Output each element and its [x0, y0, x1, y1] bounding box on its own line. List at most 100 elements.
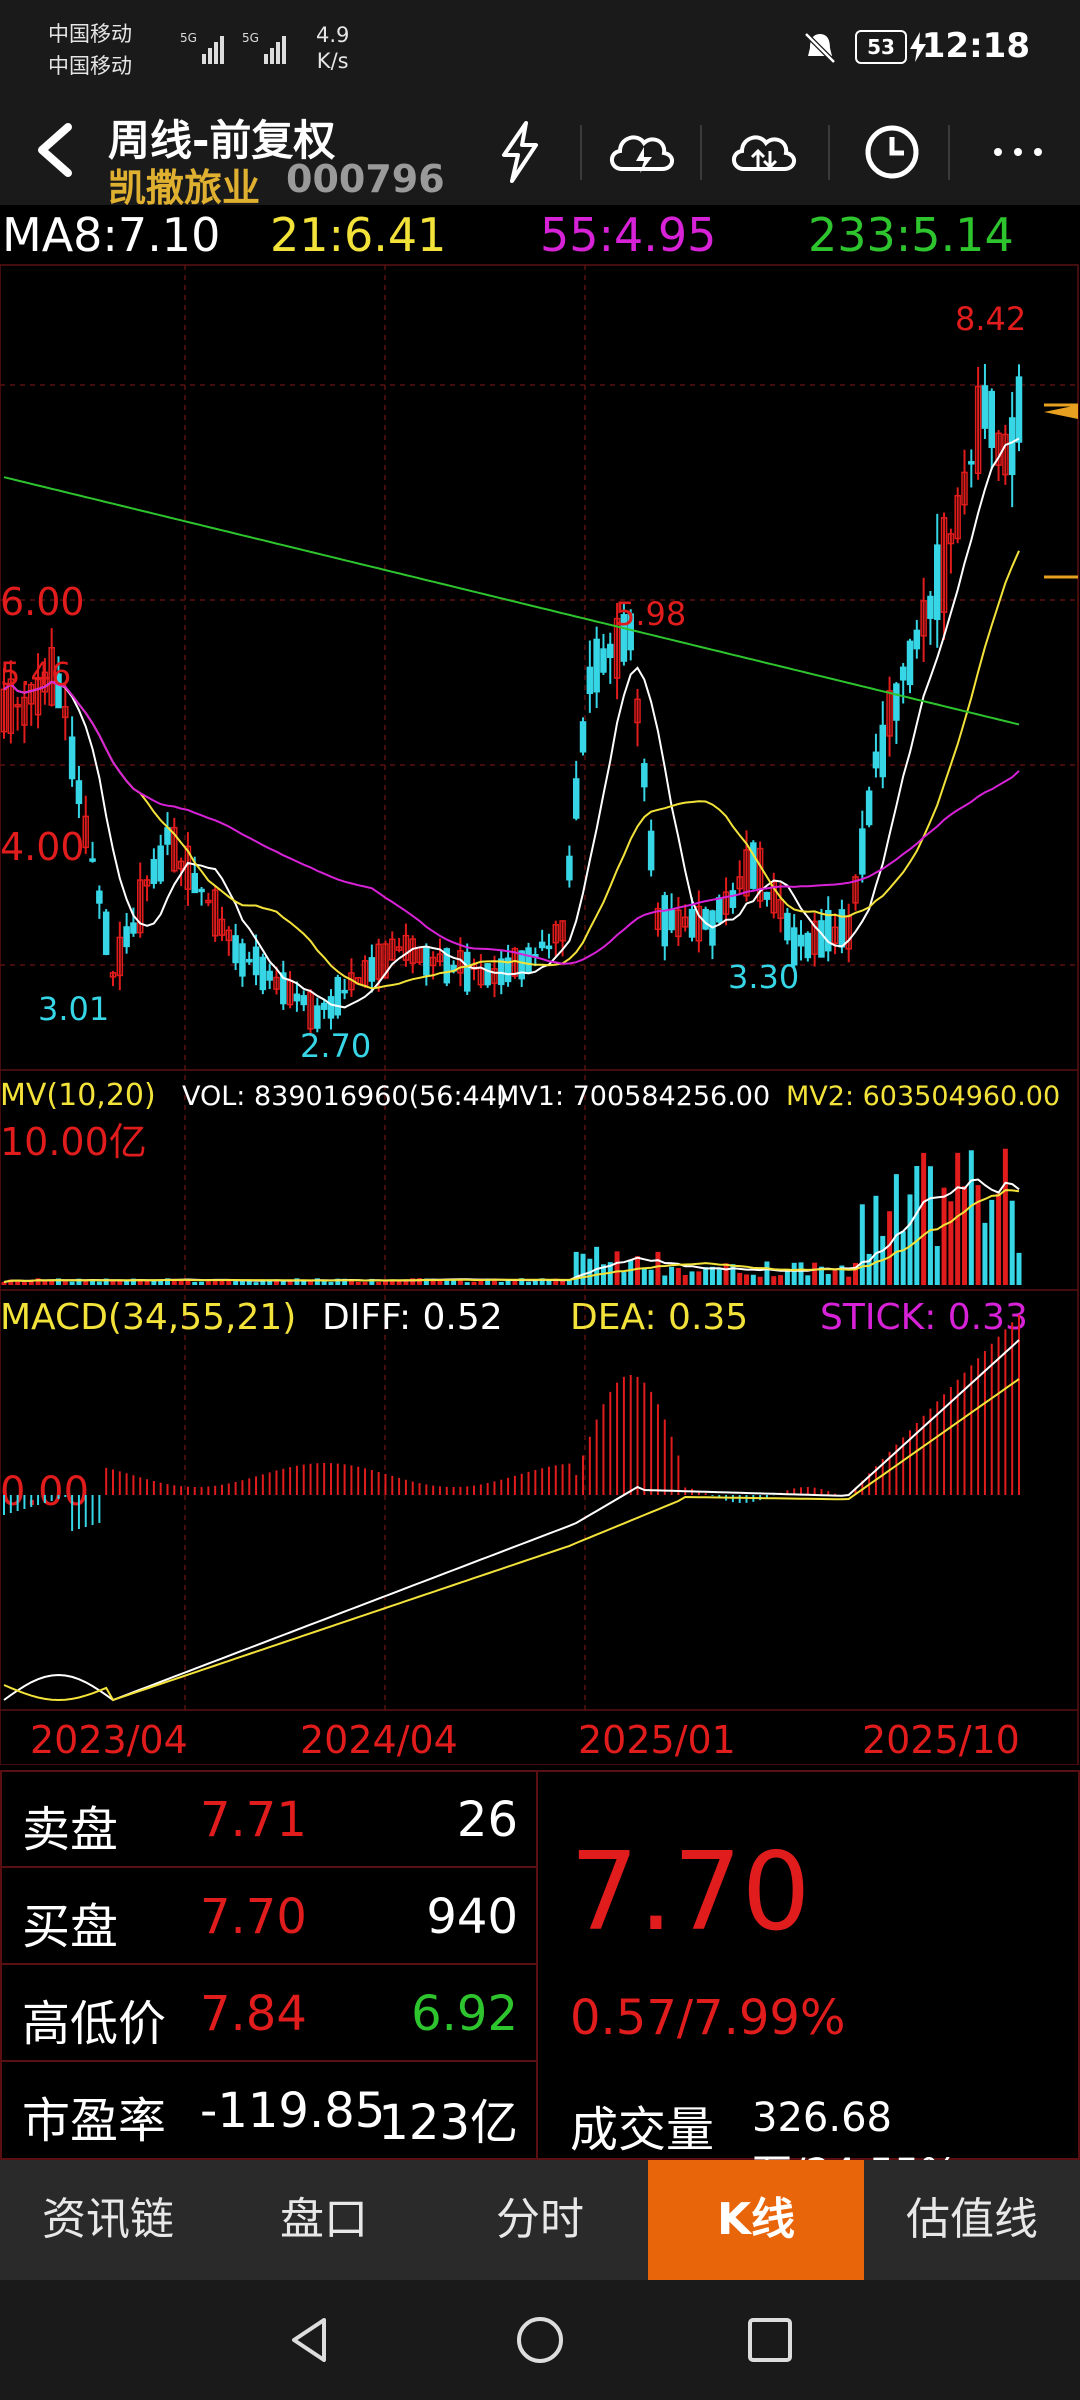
low-price-label-2023: 3.01 [38, 990, 109, 1028]
volume-bar [83, 1281, 89, 1285]
net-speed: 4.9 K/s [316, 22, 349, 74]
tab-order-book[interactable]: 盘口 [216, 2160, 432, 2280]
nav-back-button[interactable] [280, 2310, 340, 2370]
tab-kline[interactable]: K线 [648, 2160, 864, 2280]
volume-bar [42, 1280, 48, 1285]
x-axis-label-1: 2024/04 [300, 1718, 458, 1762]
volume-bar [709, 1266, 715, 1285]
volume-bar [846, 1276, 852, 1285]
kline-chart[interactable]: 8.42 5.98 2.70 3.01 3.30 5.46 6.00 4.00 … [0, 205, 1080, 1765]
volume-bar [887, 1211, 893, 1285]
candle-body [647, 830, 655, 871]
volume-bar [798, 1262, 804, 1285]
history-button[interactable] [852, 117, 932, 187]
candle-body [600, 648, 607, 673]
candle-body [899, 666, 907, 681]
candle-body [593, 638, 600, 693]
volume-bar [921, 1152, 927, 1285]
volume-bar [1002, 1148, 1008, 1285]
candle-body [668, 909, 675, 931]
volume-bar [914, 1166, 920, 1285]
kline-chart-area[interactable]: MA8:7.10 21:6.41 55:4.95 233:5.14 8.42 5… [0, 205, 1080, 1765]
volume-bar [873, 1195, 879, 1285]
candle-body [123, 926, 130, 948]
candle-body [150, 859, 158, 885]
battery-icon: 53 [855, 30, 907, 64]
volume-bar [996, 1193, 1002, 1285]
candle-body [913, 629, 921, 650]
candle-body [232, 935, 239, 964]
candle-body [988, 390, 996, 449]
candle-body [934, 544, 941, 620]
candle-body [804, 932, 812, 959]
more-button[interactable] [980, 117, 1060, 187]
volume-bar [1016, 1252, 1022, 1285]
tab-intraday[interactable]: 分时 [432, 2160, 648, 2280]
nav-recents-button[interactable] [740, 2310, 800, 2370]
candle-body [661, 895, 669, 947]
volume-bar [941, 1187, 947, 1285]
candle-body [191, 872, 198, 894]
cloud-sync-button[interactable] [724, 117, 804, 187]
lightning-icon [502, 121, 538, 183]
candle-body [566, 855, 573, 881]
buy-volume: 940 [426, 1889, 518, 1945]
volume-axis-label: 10.00亿 [0, 1120, 147, 1164]
x-axis-label-2: 2025/01 [578, 1718, 736, 1762]
volume-bar [669, 1266, 675, 1285]
volume-bar [512, 1280, 518, 1285]
candle-body [572, 778, 580, 819]
volume-bar [199, 1281, 205, 1285]
volume-bar [655, 1251, 661, 1285]
volume-bar [464, 1282, 470, 1285]
candle-body [314, 1005, 321, 1029]
candle-body [607, 643, 614, 659]
candle-body [484, 963, 491, 986]
back-button[interactable] [22, 115, 92, 185]
tab-valuation[interactable]: 估值线 [864, 2160, 1080, 2280]
candle-body [320, 1002, 328, 1010]
back-arrow-icon [38, 123, 72, 177]
buy-price: 7.70 [200, 1889, 307, 1945]
low-price: 6.92 [411, 1986, 518, 2042]
candle-body [252, 946, 260, 976]
buy-label: 买盘 [22, 1899, 119, 1955]
volume-bar [689, 1271, 695, 1285]
candle-body [859, 828, 866, 875]
volume-indicator-name: MV(10,20) [0, 1078, 156, 1113]
lightning-button[interactable] [480, 117, 560, 187]
stock-code: 000796 [286, 157, 445, 201]
volume-bar [546, 1280, 552, 1285]
tab-news-chain[interactable]: 资讯链 [0, 2160, 216, 2280]
candle-body [293, 993, 301, 1002]
volume-value: VOL: 839016960(56:44) [182, 1081, 507, 1112]
svg-text:5G: 5G [242, 31, 259, 45]
buy-row: 买盘 7.70 940 [0, 1867, 540, 1964]
nav-home-button[interactable] [510, 2310, 570, 2370]
volume-bar [675, 1268, 681, 1285]
candle-body [130, 922, 137, 934]
pe-value: -119.85 [200, 2083, 386, 2139]
volume-bar [376, 1281, 382, 1285]
volume-bar [771, 1276, 777, 1285]
macd-diff: DIFF: 0.52 [322, 1297, 503, 1338]
volume-bar [982, 1222, 988, 1285]
candle-body [968, 461, 975, 465]
volume-bar [703, 1267, 709, 1285]
circle-home-icon [517, 2317, 563, 2363]
status-bar: 中国移动 中国移动 5G 5G 4.9 K/s 53 12:18 [0, 0, 1080, 95]
svg-text:5G: 5G [180, 31, 197, 45]
candle-body [1015, 376, 1023, 443]
axis-label-400: 4.00 [0, 825, 85, 869]
high-low-label: 高低价 [22, 1996, 167, 2052]
volume-bar [253, 1282, 259, 1285]
volume-bar [280, 1281, 286, 1285]
candle-body [906, 640, 914, 686]
candle-body [981, 385, 989, 429]
macd-dea: DEA: 0.35 [570, 1297, 748, 1338]
candle-body [763, 891, 771, 900]
cloud-flash-button[interactable] [602, 117, 682, 187]
volume-bar [635, 1256, 641, 1285]
volume-bar [96, 1281, 102, 1285]
price-change: 0.57/7.99% [570, 1990, 846, 2046]
